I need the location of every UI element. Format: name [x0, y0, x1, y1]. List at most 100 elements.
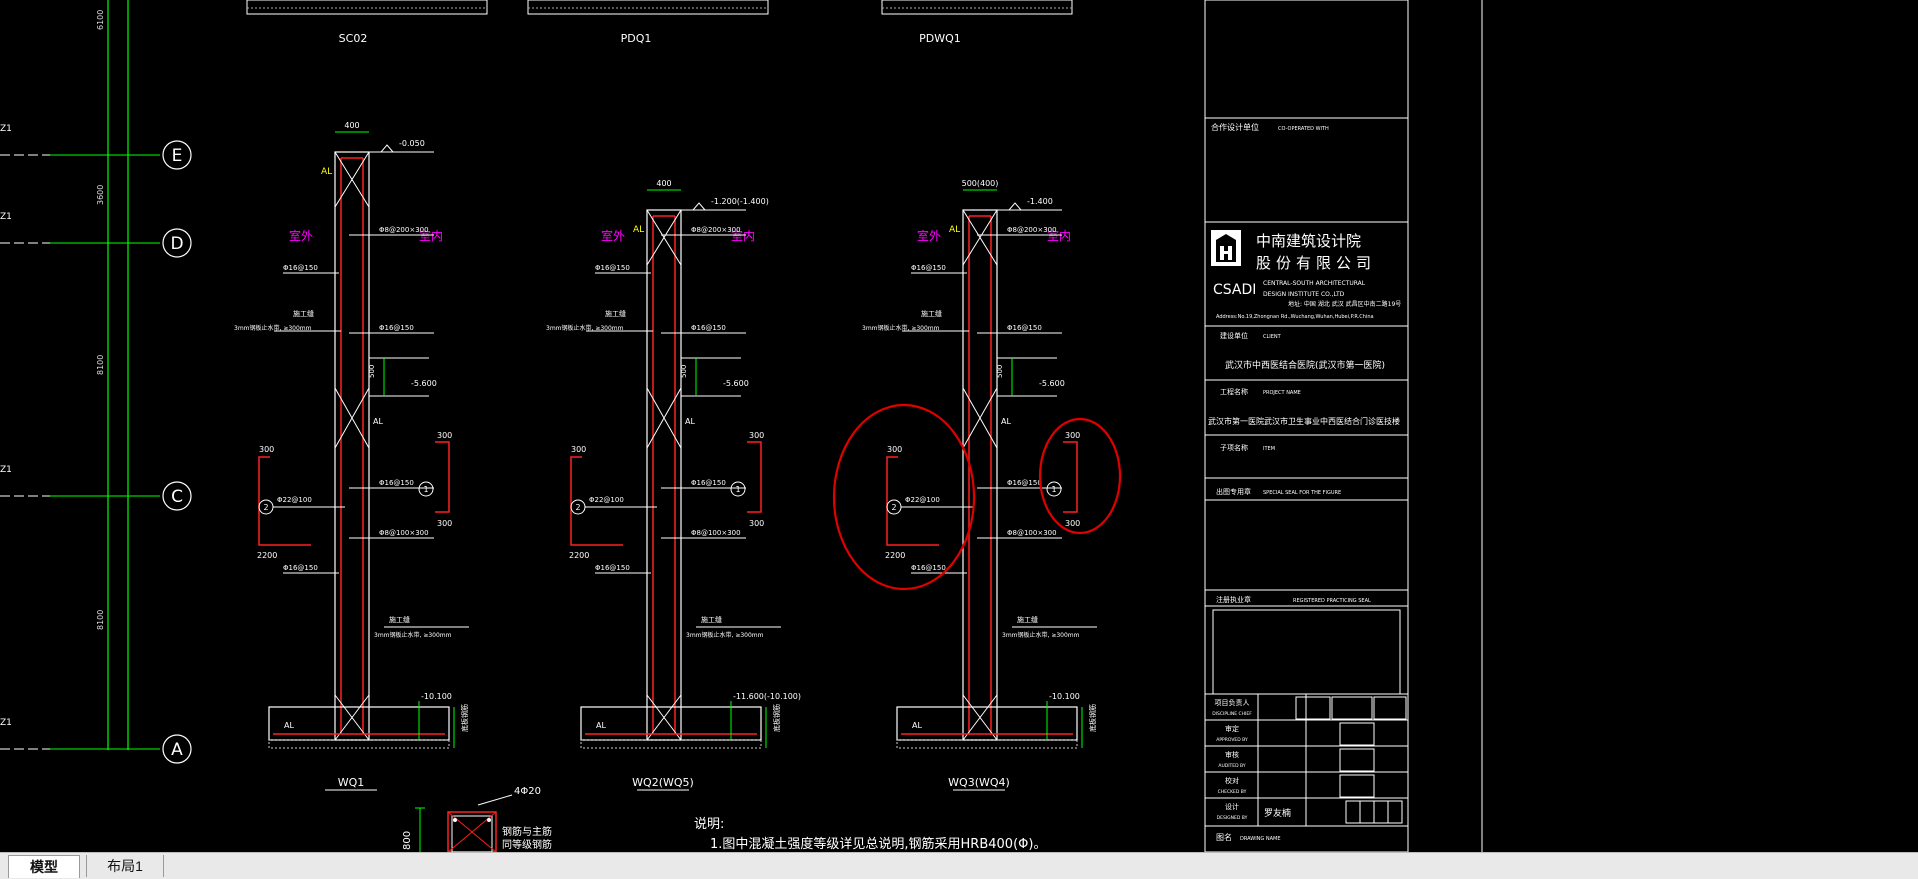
- cooperation-label: 合作设计单位: [1211, 122, 1259, 132]
- axis-label: D: [170, 234, 183, 254]
- rebar-annotation: Φ8@100×300: [379, 529, 429, 537]
- dim-500: 500: [680, 365, 688, 378]
- company-name-cn-1: 中南建筑设计院: [1256, 232, 1361, 250]
- rebar-annotation: Φ16@150: [595, 264, 630, 272]
- rebar-annotation: Φ8@200×300: [1007, 226, 1057, 234]
- al-label: AL: [1001, 417, 1011, 426]
- company-name-en-2: DESIGN INSTITUTE CO.,LTD: [1263, 291, 1345, 298]
- client-label: 建设单位: [1220, 331, 1248, 340]
- al-label-foot: AL: [284, 721, 294, 730]
- rebar-annotation: Φ8@200×300: [691, 226, 741, 234]
- elev-top: -0.050: [399, 139, 425, 148]
- tb-row-en: AUDITED BY: [1218, 763, 1245, 769]
- right-dim-top: 300: [1065, 431, 1080, 440]
- joint-note: 3mm钢板止水带, ≥300mm: [686, 631, 764, 639]
- width-dim: 400: [344, 121, 359, 130]
- left-rebar: Φ22@100: [589, 496, 624, 504]
- rebar-mark-2-label: 2: [575, 503, 580, 512]
- elev-bottom: -10.100: [421, 692, 452, 701]
- cooperation-en: CO-OPERATED WITH: [1278, 126, 1329, 132]
- al-label-foot: AL: [912, 721, 922, 730]
- sub-item-label: 子项名称: [1220, 443, 1248, 452]
- tb-row-label: 审定: [1225, 724, 1239, 733]
- rebar-annotation: Φ16@150: [691, 324, 726, 332]
- left-rebar: Φ22@100: [277, 496, 312, 504]
- elev-mid: -5.600: [1039, 379, 1065, 388]
- width-dim: 400: [656, 179, 671, 188]
- dim-vertical: 3600: [96, 185, 105, 205]
- tb-row-en: APPROVED BY: [1216, 737, 1248, 743]
- section-name: WQ3(WQ4): [948, 776, 1010, 789]
- tb-row-en: CHECKED BY: [1218, 789, 1247, 795]
- joint-label: 施工缝: [293, 309, 314, 318]
- rebar-annotation: Φ16@150: [379, 479, 414, 487]
- reg-seal-en: REGISTERED PRACTICING SEAL: [1293, 598, 1371, 604]
- al-label-yellow: AL: [633, 225, 644, 235]
- title-block: 合作设计单位 CO-OPERATED WITH 中南建筑设计院 股份有限公司 C…: [1204, 0, 1483, 852]
- elev-bottom: -10.100: [1049, 692, 1080, 701]
- tb-row-label: 设计: [1225, 802, 1239, 811]
- left-dim-bottom: 2200: [257, 551, 277, 560]
- project-label: 工程名称: [1220, 387, 1248, 396]
- left-dim-bottom: 2200: [885, 551, 905, 560]
- tb-row-label: 项目负责人: [1215, 698, 1250, 707]
- joint-note: 3mm钢板止水带, ≥300mm: [234, 324, 312, 332]
- drawing-name-label: 图名: [1216, 832, 1232, 842]
- joint-label: 施工缝: [605, 309, 626, 318]
- elev-mid: -5.600: [411, 379, 437, 388]
- left-dim-top: 300: [259, 445, 274, 454]
- detail-dim: 800: [402, 831, 413, 850]
- notes-line-1: 1.图中混凝土强度等级详见总说明,钢筋采用HRB400(Φ)。: [710, 836, 1046, 852]
- rebar-annotation: Φ16@150: [595, 564, 630, 572]
- tb-row-en: DISCIPLINE CHIEF: [1212, 711, 1252, 717]
- detail-sub-label: 钢筋与主筋: [502, 825, 552, 838]
- joint-label: 施工缝: [921, 309, 942, 318]
- company-name-en-1: CENTRAL-SOUTH ARCHITECTURAL: [1263, 280, 1366, 287]
- rebar-annotation: Φ16@150: [283, 564, 318, 572]
- company-logo: [1211, 230, 1241, 266]
- top-label: SC02: [339, 32, 368, 45]
- notes-title: 说明:: [694, 817, 724, 832]
- tb-row-en: DESIGNED BY: [1217, 815, 1248, 821]
- axis-left-tick: Z1: [0, 124, 12, 134]
- section-name: WQ1: [338, 776, 365, 789]
- axis-grid: Z1 E Z1 D Z1 C Z1 A 6100 3600 8100 8100: [0, 0, 192, 764]
- cad-drawing-canvas[interactable]: Z1 E Z1 D Z1 C Z1 A 6100 3600 8100 8100 SC02 PD…: [0, 0, 1918, 852]
- tab-model[interactable]: 模型: [8, 855, 80, 878]
- dim-500: 500: [368, 365, 376, 378]
- al-label-yellow: AL: [321, 167, 332, 177]
- dim-vertical: 8100: [96, 355, 105, 375]
- company-abbr: CSADI: [1213, 282, 1256, 298]
- side-label: 底板钢筋: [460, 704, 469, 732]
- rebar-annotation: Φ16@150: [911, 564, 946, 572]
- side-label: 底板钢筋: [772, 704, 781, 732]
- joint-note: 3mm钢板止水带, ≥300mm: [1002, 631, 1080, 639]
- rebar-annotation: Φ16@150: [1007, 479, 1042, 487]
- rebar-annotation: Φ16@150: [691, 479, 726, 487]
- right-dim-bottom: 300: [1065, 519, 1080, 528]
- rebar-mark-2-label: 2: [263, 503, 268, 512]
- company-address-cn: 地址: 中国 湖北 武汉 武昌区中南二路19号: [1288, 300, 1401, 308]
- wall-section-2: 400 -1.200(-1.400) -5.600 -11.600(-10.100) 5…: [546, 179, 801, 791]
- wall-section-3: 500(400)-1.400-5.600-10.100500ALALAL室外 室内…: [862, 179, 1097, 791]
- elev-bottom: -11.600(-10.100): [733, 692, 801, 701]
- rebar-mark-1-label: 1: [1051, 485, 1056, 494]
- company-name-cn-2: 股份有限公司: [1256, 254, 1376, 272]
- rebar-mark-1-label: 1: [423, 485, 428, 494]
- rebar-mark-2-label: 2: [891, 503, 896, 512]
- markup-circle-left: [832, 403, 976, 591]
- axis-label: A: [171, 740, 183, 760]
- rebar-annotation: Φ16@150: [1007, 324, 1042, 332]
- axis-label: E: [172, 146, 183, 166]
- rebar-annotation: Φ8@200×300: [379, 226, 429, 234]
- al-label: AL: [685, 417, 695, 426]
- elev-mid: -5.600: [723, 379, 749, 388]
- reg-seal-label: 注册执业章: [1216, 595, 1251, 604]
- axis-label: C: [171, 487, 183, 507]
- tb-row-label: 审核: [1225, 750, 1239, 759]
- tab-layout1[interactable]: 布局1: [86, 855, 164, 877]
- joint-label: 施工缝: [1017, 615, 1038, 624]
- left-dim-top: 300: [887, 445, 902, 454]
- section-name: WQ2(WQ5): [632, 776, 694, 789]
- layout-tab-bar: 模型 布局1: [0, 852, 1918, 879]
